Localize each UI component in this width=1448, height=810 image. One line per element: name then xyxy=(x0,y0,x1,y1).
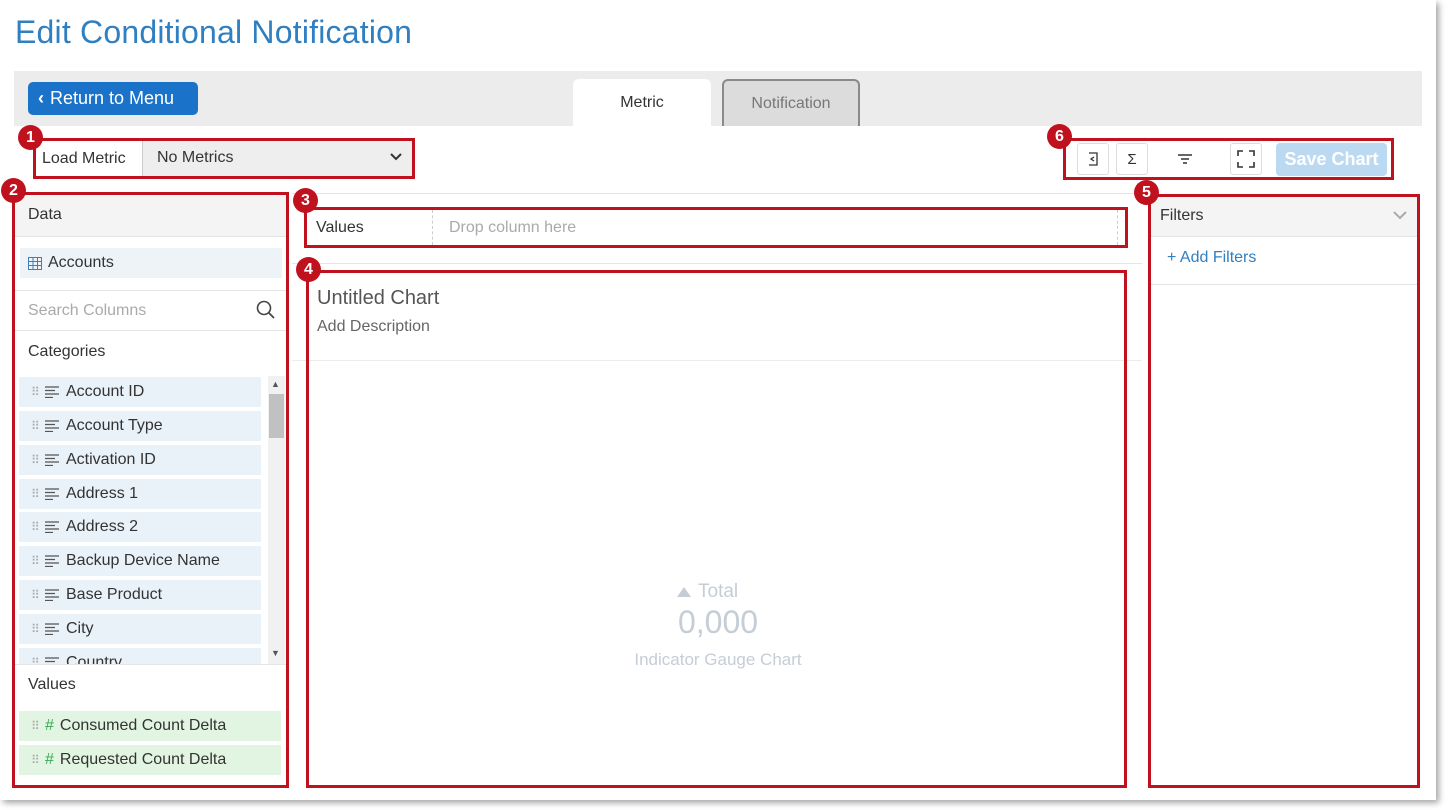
tab-notification[interactable]: Notification xyxy=(722,79,860,126)
top-bar xyxy=(14,71,1422,126)
annotation-badge-3: 3 xyxy=(293,188,318,213)
divider xyxy=(292,263,1142,264)
chevron-left-icon: ‹ xyxy=(38,88,44,108)
annotation-badge-6: 6 xyxy=(1047,124,1072,149)
annotation-box-4 xyxy=(306,270,1127,788)
tab-metric[interactable]: Metric xyxy=(573,79,711,126)
page-title: Edit Conditional Notification xyxy=(15,14,413,50)
annotation-badge-2: 2 xyxy=(1,178,26,203)
annotation-badge-1: 1 xyxy=(18,125,43,150)
annotation-box-6 xyxy=(1063,138,1394,180)
return-to-menu-button[interactable]: ‹ Return to Menu xyxy=(28,82,198,115)
annotation-box-2 xyxy=(12,192,289,788)
annotation-badge-5: 5 xyxy=(1134,180,1159,205)
divider xyxy=(292,193,1142,194)
annotation-box-3 xyxy=(304,207,1128,248)
annotation-box-5 xyxy=(1148,194,1420,788)
annotation-box-1 xyxy=(33,138,415,179)
annotation-badge-4: 4 xyxy=(296,257,321,282)
return-label: Return to Menu xyxy=(50,88,175,108)
